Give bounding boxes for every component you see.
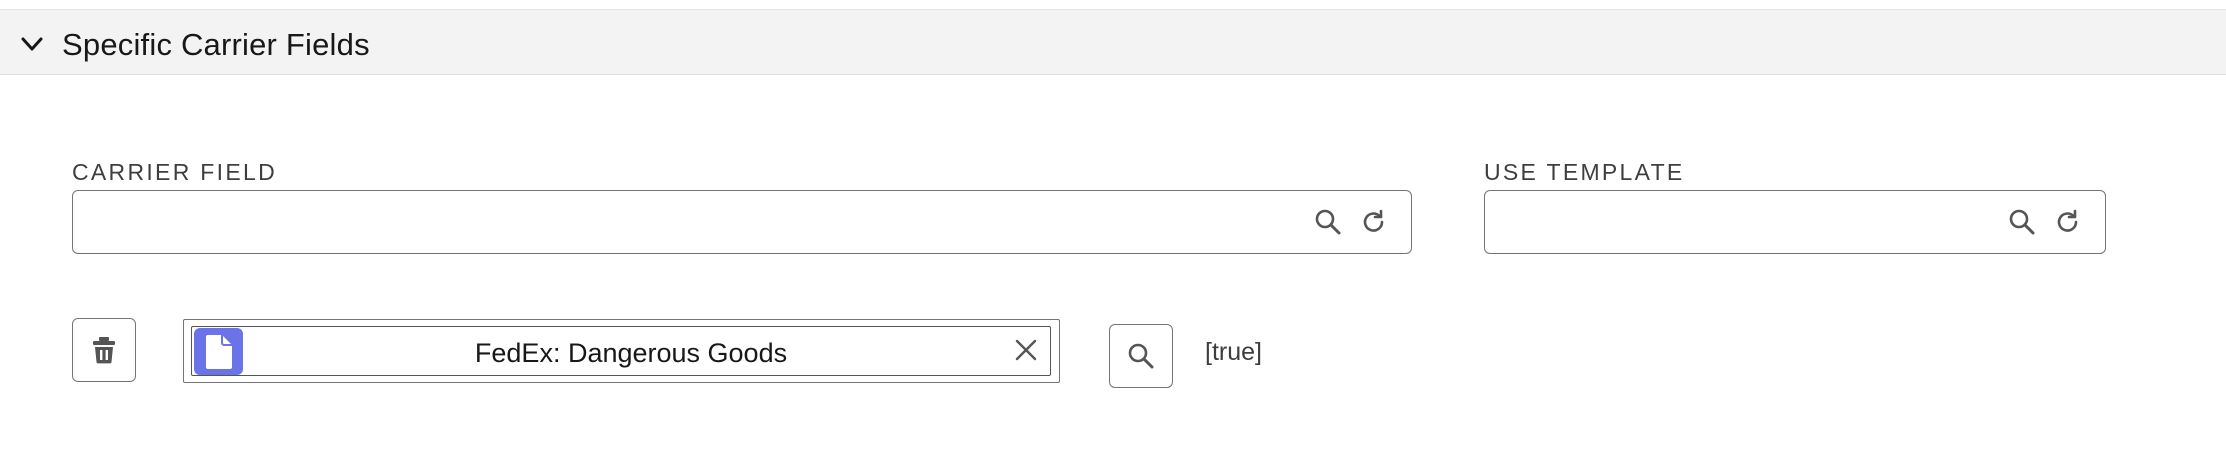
carrier-field-lookup: [72, 190, 1412, 254]
lookup-value-button[interactable]: [1109, 324, 1173, 388]
carrier-field-selection: FedEx: Dangerous Goods: [183, 319, 1060, 383]
carrier-field-input[interactable]: [73, 191, 1293, 253]
search-icon[interactable]: [2007, 207, 2037, 237]
search-icon[interactable]: [1313, 207, 1343, 237]
carrier-field-label: CARRIER FIELD: [72, 159, 277, 185]
search-icon: [1128, 343, 1154, 369]
chevron-down-icon: [21, 37, 43, 51]
use-template-label: USE TEMPLATE: [1484, 159, 1685, 185]
document-icon: [194, 328, 243, 375]
refresh-icon[interactable]: [1359, 207, 1389, 237]
field-value-text: [true]: [1205, 338, 1262, 366]
section-title: Specific Carrier Fields: [62, 27, 370, 62]
close-icon[interactable]: [1014, 338, 1038, 362]
trash-icon: [93, 337, 115, 364]
selected-record-pill[interactable]: FedEx: Dangerous Goods: [191, 326, 1051, 376]
selected-record-label: FedEx: Dangerous Goods: [474, 338, 788, 368]
delete-row-button[interactable]: [72, 318, 136, 382]
use-template-input[interactable]: [1485, 191, 1995, 253]
refresh-icon[interactable]: [2053, 207, 2083, 237]
use-template-lookup: [1484, 190, 2106, 254]
section-header-specific-carrier-fields[interactable]: Specific Carrier Fields: [0, 9, 2226, 75]
